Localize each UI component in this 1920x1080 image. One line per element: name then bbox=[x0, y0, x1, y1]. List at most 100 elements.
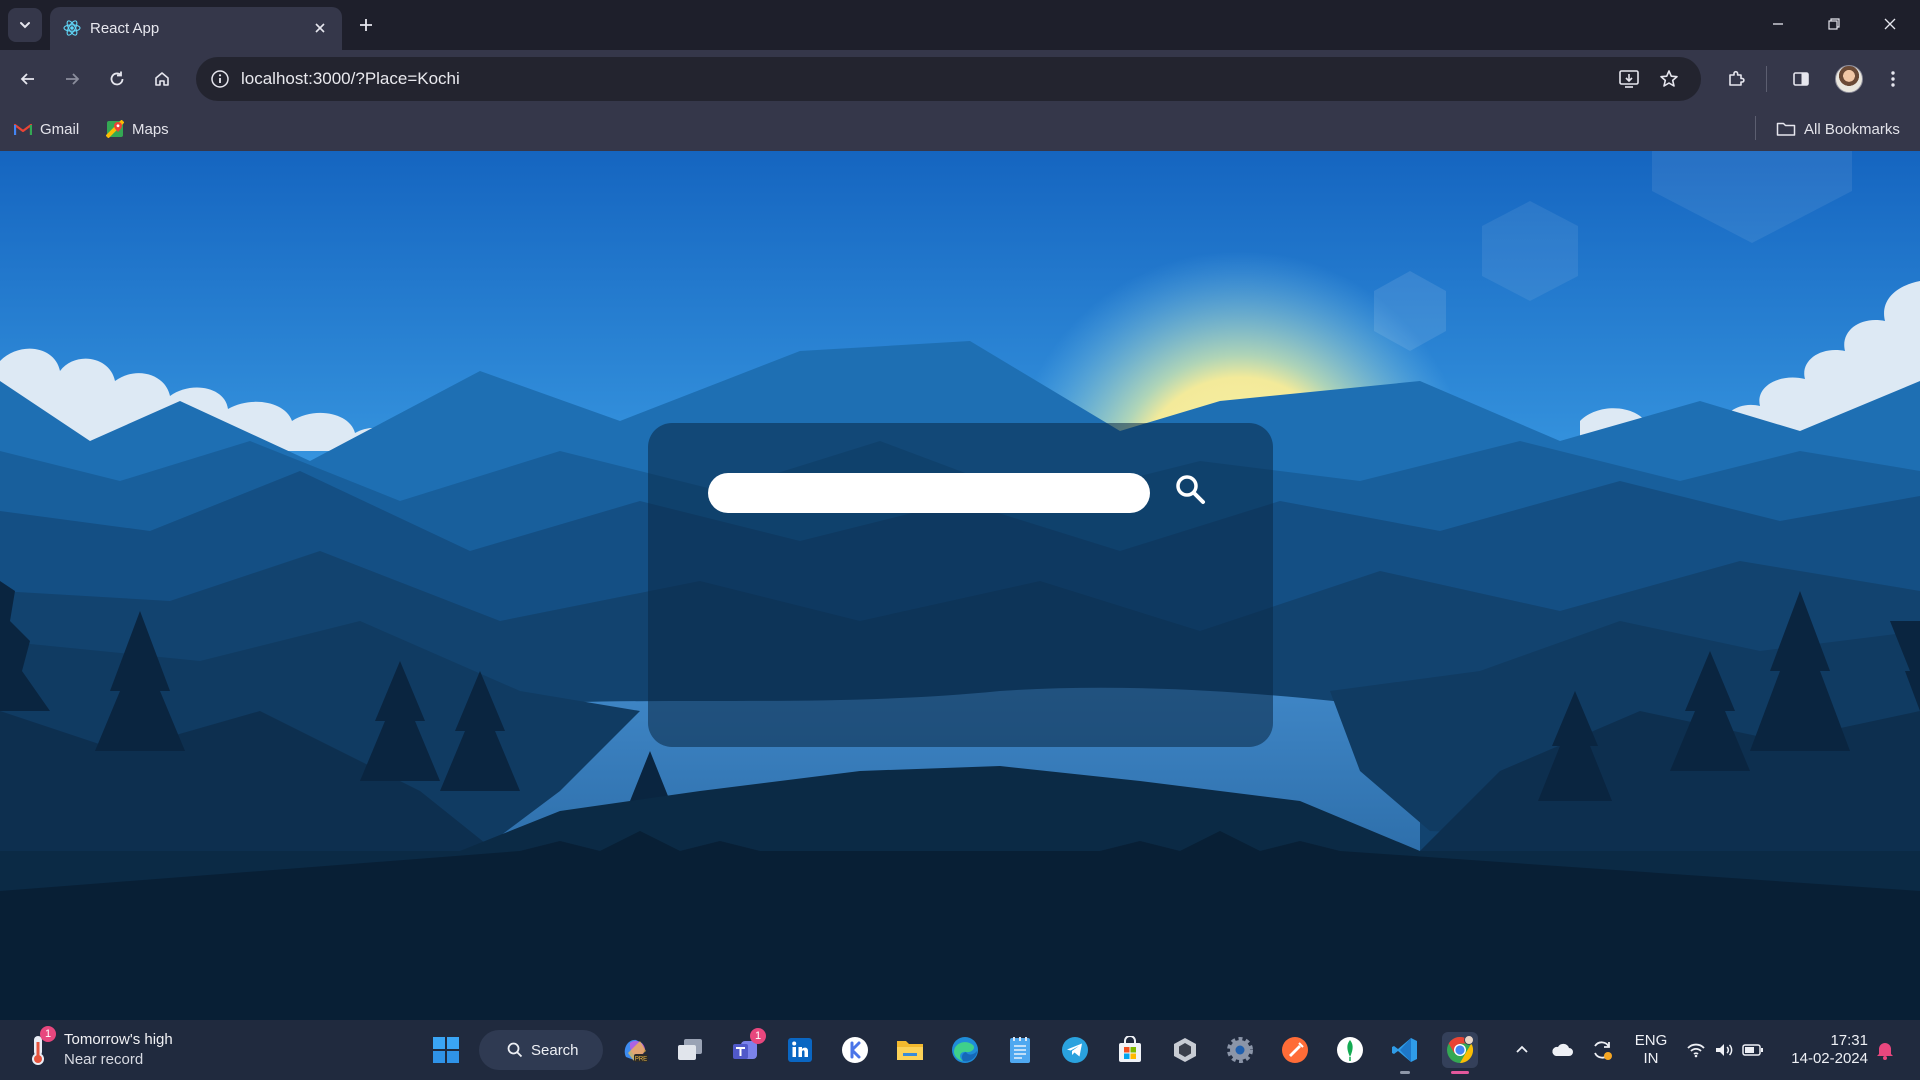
edge-app[interactable] bbox=[947, 1032, 983, 1068]
back-button[interactable] bbox=[12, 63, 44, 95]
store-icon bbox=[1119, 1036, 1141, 1062]
bookmark-maps[interactable]: Maps bbox=[106, 117, 169, 141]
plus-icon bbox=[360, 19, 372, 31]
install-icon bbox=[1619, 70, 1639, 88]
chevron-up-icon bbox=[1516, 1045, 1528, 1053]
taskbar-search[interactable]: Search bbox=[479, 1030, 603, 1070]
chrome-app[interactable] bbox=[1442, 1032, 1478, 1074]
chevron-down-icon bbox=[20, 22, 30, 29]
star-icon bbox=[1660, 70, 1678, 87]
quick-settings-button[interactable] bbox=[1680, 1032, 1770, 1068]
notifications-button[interactable] bbox=[1870, 1032, 1900, 1068]
url-text: localhost:3000/?Place=Kochi bbox=[241, 69, 460, 88]
mongodb-icon bbox=[1337, 1037, 1363, 1063]
cloud-icon bbox=[1552, 1043, 1573, 1056]
copilot-icon: PRE bbox=[624, 1039, 648, 1063]
onedrive-button[interactable] bbox=[1544, 1032, 1580, 1068]
extensions-button[interactable] bbox=[1720, 63, 1752, 95]
address-bar[interactable]: localhost:3000/?Place=Kochi bbox=[196, 57, 1701, 101]
postman-app[interactable] bbox=[1277, 1032, 1313, 1068]
chrome-icon bbox=[1447, 1035, 1474, 1064]
windows-taskbar: 1 Tomorrow's high Near record Search PRE bbox=[0, 1020, 1920, 1080]
minimize-button[interactable] bbox=[1756, 6, 1800, 42]
close-window-button[interactable] bbox=[1868, 6, 1912, 42]
unity-icon bbox=[1174, 1038, 1196, 1062]
teams-app[interactable]: 1 bbox=[727, 1028, 766, 1068]
active-indicator bbox=[1451, 1071, 1469, 1074]
telegram-app[interactable] bbox=[1057, 1032, 1093, 1068]
vscode-icon bbox=[1392, 1038, 1417, 1062]
app-k[interactable] bbox=[837, 1032, 873, 1068]
folder-icon bbox=[897, 1041, 923, 1060]
windows-start-icon bbox=[433, 1037, 459, 1063]
tab-react-app[interactable]: React App bbox=[50, 7, 342, 50]
arrow-right-icon bbox=[66, 73, 80, 85]
language-indicator[interactable]: ENG IN bbox=[1626, 1032, 1676, 1068]
teams-badge: 1 bbox=[750, 1028, 766, 1044]
side-panel-icon bbox=[1793, 72, 1809, 86]
taskbar-search-label: Search bbox=[531, 1041, 579, 1059]
weather-headline: Tomorrow's high bbox=[64, 1031, 173, 1048]
clock-date: 14-02-2024 bbox=[1791, 1050, 1868, 1067]
toolbar-divider bbox=[1766, 66, 1767, 92]
weather-subline: Near record bbox=[64, 1051, 144, 1068]
sync-button[interactable] bbox=[1584, 1032, 1620, 1068]
browser-menu-button[interactable] bbox=[1877, 63, 1909, 95]
new-tab-button[interactable] bbox=[352, 11, 380, 39]
task-view-icon bbox=[678, 1039, 702, 1060]
bookmark-label: Maps bbox=[132, 120, 169, 138]
restore-icon bbox=[1828, 18, 1840, 30]
tab-search-button[interactable] bbox=[8, 8, 42, 42]
side-panel-button[interactable] bbox=[1785, 63, 1817, 95]
city-search-input[interactable] bbox=[708, 473, 1150, 513]
mongodb-compass-app[interactable] bbox=[1332, 1032, 1368, 1068]
notepad-app[interactable] bbox=[1002, 1032, 1038, 1068]
all-bookmarks-button[interactable]: All Bookmarks bbox=[1776, 117, 1900, 141]
region-code: IN bbox=[1643, 1050, 1659, 1067]
weather-widget[interactable]: 1 Tomorrow's high Near record bbox=[22, 1026, 212, 1072]
tab-close-button[interactable] bbox=[308, 16, 332, 40]
bell-icon bbox=[1877, 1043, 1893, 1060]
tab-title: React App bbox=[90, 20, 160, 37]
minimize-icon bbox=[1773, 23, 1783, 25]
unity-app[interactable] bbox=[1167, 1032, 1203, 1068]
close-icon bbox=[315, 23, 325, 33]
home-button[interactable] bbox=[146, 63, 178, 95]
copilot-app[interactable]: PRE bbox=[617, 1032, 653, 1068]
info-icon bbox=[211, 70, 229, 88]
bookmarks-bar: Gmail Maps All Bookmarks bbox=[0, 108, 1920, 151]
folder-icon bbox=[1776, 122, 1796, 136]
forward-button[interactable] bbox=[56, 63, 88, 95]
svg-text:PRE: PRE bbox=[635, 1057, 647, 1063]
site-info-button[interactable] bbox=[206, 65, 234, 93]
all-bookmarks-label: All Bookmarks bbox=[1804, 120, 1900, 138]
task-view-app[interactable] bbox=[672, 1032, 708, 1068]
telegram-icon bbox=[1062, 1037, 1088, 1063]
bookmark-gmail[interactable]: Gmail bbox=[14, 117, 79, 141]
settings-icon bbox=[1227, 1037, 1253, 1063]
clock[interactable]: 17:31 14-02-2024 bbox=[1776, 1032, 1868, 1068]
search-icon bbox=[1176, 475, 1205, 504]
notepad-icon bbox=[1010, 1037, 1030, 1063]
react-icon bbox=[63, 20, 81, 36]
show-hidden-icons-button[interactable] bbox=[1504, 1032, 1540, 1068]
install-app-button[interactable] bbox=[1614, 65, 1644, 93]
linkedin-app[interactable] bbox=[782, 1032, 818, 1068]
browser-toolbar: localhost:3000/?Place=Kochi bbox=[0, 50, 1920, 108]
profile-avatar[interactable] bbox=[1835, 65, 1863, 93]
home-icon bbox=[155, 72, 169, 86]
reload-button[interactable] bbox=[101, 63, 133, 95]
restore-button[interactable] bbox=[1812, 6, 1856, 42]
clock-time: 17:31 bbox=[1830, 1032, 1868, 1049]
battery-icon bbox=[1742, 1044, 1763, 1056]
linkedin-icon bbox=[788, 1038, 812, 1062]
bookmark-star-button[interactable] bbox=[1654, 65, 1684, 93]
microsoft-store-app[interactable] bbox=[1112, 1032, 1148, 1068]
file-explorer-app[interactable] bbox=[892, 1032, 928, 1068]
search-button[interactable] bbox=[1168, 467, 1212, 511]
page-viewport bbox=[0, 151, 1920, 1020]
start-button[interactable] bbox=[428, 1032, 464, 1068]
vscode-app[interactable] bbox=[1387, 1032, 1423, 1074]
settings-app[interactable] bbox=[1222, 1032, 1258, 1068]
app-k-icon bbox=[842, 1037, 868, 1063]
